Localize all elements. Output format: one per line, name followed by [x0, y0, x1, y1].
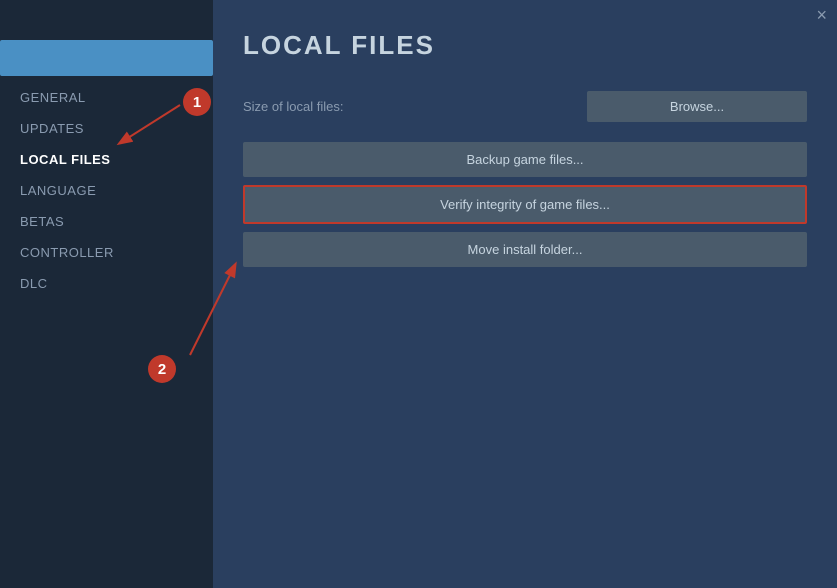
annotation-1: 1 [183, 88, 211, 116]
sidebar-item-updates[interactable]: UPDATES [0, 113, 213, 144]
sidebar-item-dlc[interactable]: DLC [0, 268, 213, 299]
sidebar: GENERAL UPDATES LOCAL FILES LANGUAGE BET… [0, 0, 213, 588]
sidebar-item-betas[interactable]: BETAS [0, 206, 213, 237]
sidebar-item-controller[interactable]: CONTROLLER [0, 237, 213, 268]
main-window: × GENERAL UPDATES LOCAL FILES LANGUAGE B… [0, 0, 837, 588]
sidebar-item-general[interactable]: GENERAL [0, 82, 213, 113]
verify-button[interactable]: Verify integrity of game files... [243, 185, 807, 224]
browse-button[interactable]: Browse... [587, 91, 807, 122]
size-label: Size of local files: [243, 99, 567, 114]
sidebar-item-local-files[interactable]: LOCAL FILES [0, 144, 213, 175]
size-row: Size of local files: Browse... [243, 91, 807, 122]
backup-button[interactable]: Backup game files... [243, 142, 807, 177]
page-title: LOCAL FILES [243, 30, 807, 61]
move-button[interactable]: Move install folder... [243, 232, 807, 267]
sidebar-item-language[interactable]: LANGUAGE [0, 175, 213, 206]
actions-panel: Backup game files... Verify integrity of… [243, 142, 807, 267]
main-content: LOCAL FILES Size of local files: Browse.… [213, 0, 837, 588]
annotation-2: 2 [148, 355, 176, 383]
close-icon[interactable]: × [816, 6, 827, 24]
